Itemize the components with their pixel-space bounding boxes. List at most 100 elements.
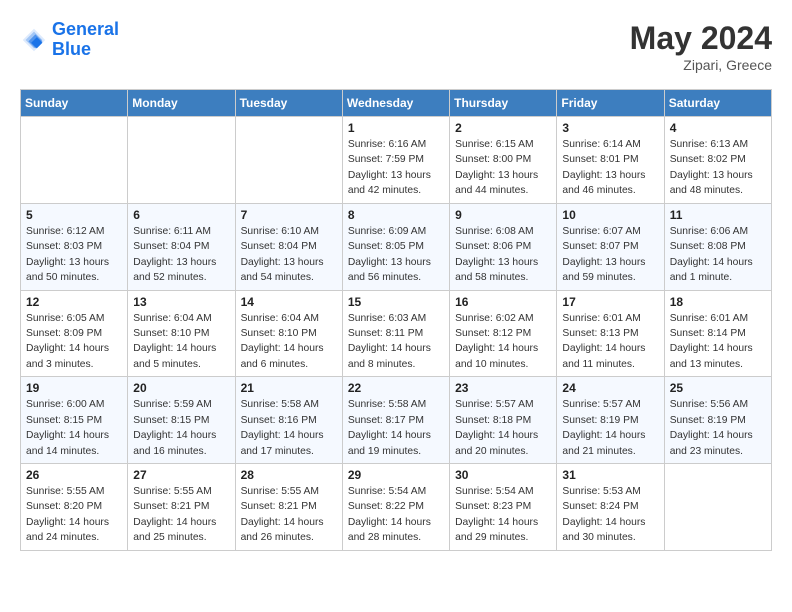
day-info: Sunrise: 5:57 AMSunset: 8:18 PMDaylight:…	[455, 397, 551, 459]
logo-text: General Blue	[52, 20, 119, 60]
logo-icon	[20, 26, 48, 54]
day-info: Sunrise: 6:04 AMSunset: 8:10 PMDaylight:…	[241, 311, 337, 373]
calendar-cell: 26 Sunrise: 5:55 AMSunset: 8:20 PMDayligh…	[21, 464, 128, 551]
calendar-week-row: 12 Sunrise: 6:05 AMSunset: 8:09 PMDayligh…	[21, 290, 772, 377]
weekday-header-tuesday: Tuesday	[235, 90, 342, 117]
day-number: 13	[133, 295, 229, 309]
calendar-cell: 13 Sunrise: 6:04 AMSunset: 8:10 PMDayligh…	[128, 290, 235, 377]
day-number: 6	[133, 208, 229, 222]
day-number: 23	[455, 381, 551, 395]
day-number: 12	[26, 295, 122, 309]
location: Zipari, Greece	[630, 57, 772, 73]
calendar-cell: 2 Sunrise: 6:15 AMSunset: 8:00 PMDaylight…	[450, 117, 557, 204]
calendar-cell: 11 Sunrise: 6:06 AMSunset: 8:08 PMDayligh…	[664, 203, 771, 290]
calendar-week-row: 19 Sunrise: 6:00 AMSunset: 8:15 PMDayligh…	[21, 377, 772, 464]
day-number: 21	[241, 381, 337, 395]
calendar-cell: 25Sunrise: 5:56 AMSunset: 8:19 PMDayligh…	[664, 377, 771, 464]
calendar-cell: 1 Sunrise: 6:16 AMSunset: 7:59 PMDaylight…	[342, 117, 449, 204]
day-info: Sunrise: 5:57 AMSunset: 8:19 PMDaylight:…	[562, 397, 658, 459]
calendar-cell: 9 Sunrise: 6:08 AMSunset: 8:06 PMDaylight…	[450, 203, 557, 290]
weekday-header-friday: Friday	[557, 90, 664, 117]
day-number: 18	[670, 295, 766, 309]
day-number: 19	[26, 381, 122, 395]
day-info: Sunrise: 5:54 AMSunset: 8:23 PMDaylight:…	[455, 484, 551, 546]
day-number: 3	[562, 121, 658, 135]
calendar-cell: 5 Sunrise: 6:12 AMSunset: 8:03 PMDaylight…	[21, 203, 128, 290]
day-info: Sunrise: 6:12 AMSunset: 8:03 PMDaylight:…	[26, 224, 122, 286]
title-block: May 2024 Zipari, Greece	[630, 20, 772, 73]
day-info: Sunrise: 5:55 AMSunset: 8:21 PMDaylight:…	[241, 484, 337, 546]
calendar-cell	[235, 117, 342, 204]
calendar-cell: 7Sunrise: 6:10 AMSunset: 8:04 PMDaylight…	[235, 203, 342, 290]
calendar-week-row: 26 Sunrise: 5:55 AMSunset: 8:20 PMDayligh…	[21, 464, 772, 551]
calendar-cell: 6Sunrise: 6:11 AMSunset: 8:04 PMDaylight…	[128, 203, 235, 290]
day-number: 14	[241, 295, 337, 309]
calendar-cell: 8 Sunrise: 6:09 AMSunset: 8:05 PMDaylight…	[342, 203, 449, 290]
day-info: Sunrise: 6:15 AMSunset: 8:00 PMDaylight:…	[455, 137, 551, 199]
day-number: 29	[348, 468, 444, 482]
calendar-cell: 31Sunrise: 5:53 AMSunset: 8:24 PMDayligh…	[557, 464, 664, 551]
page-header: General Blue May 2024 Zipari, Greece	[20, 20, 772, 73]
day-info: Sunrise: 6:01 AMSunset: 8:13 PMDaylight:…	[562, 311, 658, 373]
day-number: 27	[133, 468, 229, 482]
day-info: Sunrise: 6:07 AMSunset: 8:07 PMDaylight:…	[562, 224, 658, 286]
calendar-cell	[21, 117, 128, 204]
day-number: 7	[241, 208, 337, 222]
calendar-cell: 27 Sunrise: 5:55 AMSunset: 8:21 PMDayligh…	[128, 464, 235, 551]
day-info: Sunrise: 6:13 AMSunset: 8:02 PMDaylight:…	[670, 137, 766, 199]
month-title: May 2024	[630, 20, 772, 57]
day-info: Sunrise: 6:00 AMSunset: 8:15 PMDaylight:…	[26, 397, 122, 459]
calendar-cell: 22Sunrise: 5:58 AMSunset: 8:17 PMDayligh…	[342, 377, 449, 464]
day-info: Sunrise: 5:54 AMSunset: 8:22 PMDaylight:…	[348, 484, 444, 546]
weekday-header-wednesday: Wednesday	[342, 90, 449, 117]
day-number: 5	[26, 208, 122, 222]
calendar-cell: 10 Sunrise: 6:07 AMSunset: 8:07 PMDayligh…	[557, 203, 664, 290]
calendar-header-row: SundayMondayTuesdayWednesdayThursdayFrid…	[21, 90, 772, 117]
day-info: Sunrise: 6:04 AMSunset: 8:10 PMDaylight:…	[133, 311, 229, 373]
calendar-cell: 12 Sunrise: 6:05 AMSunset: 8:09 PMDayligh…	[21, 290, 128, 377]
day-number: 2	[455, 121, 551, 135]
calendar-cell	[128, 117, 235, 204]
calendar-cell: 17 Sunrise: 6:01 AMSunset: 8:13 PMDayligh…	[557, 290, 664, 377]
day-number: 11	[670, 208, 766, 222]
calendar-week-row: 1 Sunrise: 6:16 AMSunset: 7:59 PMDaylight…	[21, 117, 772, 204]
day-number: 10	[562, 208, 658, 222]
day-info: Sunrise: 6:08 AMSunset: 8:06 PMDaylight:…	[455, 224, 551, 286]
calendar-table: SundayMondayTuesdayWednesdayThursdayFrid…	[20, 89, 772, 551]
day-info: Sunrise: 5:55 AMSunset: 8:20 PMDaylight:…	[26, 484, 122, 546]
day-number: 26	[26, 468, 122, 482]
calendar-cell: 28 Sunrise: 5:55 AMSunset: 8:21 PMDayligh…	[235, 464, 342, 551]
day-info: Sunrise: 5:59 AMSunset: 8:15 PMDaylight:…	[133, 397, 229, 459]
weekday-header-monday: Monday	[128, 90, 235, 117]
day-number: 28	[241, 468, 337, 482]
day-info: Sunrise: 6:03 AMSunset: 8:11 PMDaylight:…	[348, 311, 444, 373]
day-info: Sunrise: 6:14 AMSunset: 8:01 PMDaylight:…	[562, 137, 658, 199]
day-info: Sunrise: 5:58 AMSunset: 8:17 PMDaylight:…	[348, 397, 444, 459]
calendar-cell: 14 Sunrise: 6:04 AMSunset: 8:10 PMDayligh…	[235, 290, 342, 377]
day-number: 8	[348, 208, 444, 222]
day-number: 30	[455, 468, 551, 482]
day-number: 16	[455, 295, 551, 309]
calendar-week-row: 5 Sunrise: 6:12 AMSunset: 8:03 PMDaylight…	[21, 203, 772, 290]
weekday-header-sunday: Sunday	[21, 90, 128, 117]
day-info: Sunrise: 6:16 AMSunset: 7:59 PMDaylight:…	[348, 137, 444, 199]
day-number: 1	[348, 121, 444, 135]
logo: General Blue	[20, 20, 119, 60]
day-info: Sunrise: 6:05 AMSunset: 8:09 PMDaylight:…	[26, 311, 122, 373]
calendar-cell: 4 Sunrise: 6:13 AMSunset: 8:02 PMDaylight…	[664, 117, 771, 204]
calendar-cell: 21Sunrise: 5:58 AMSunset: 8:16 PMDayligh…	[235, 377, 342, 464]
day-number: 17	[562, 295, 658, 309]
day-info: Sunrise: 6:09 AMSunset: 8:05 PMDaylight:…	[348, 224, 444, 286]
weekday-header-saturday: Saturday	[664, 90, 771, 117]
day-number: 24	[562, 381, 658, 395]
day-number: 15	[348, 295, 444, 309]
day-info: Sunrise: 6:06 AMSunset: 8:08 PMDaylight:…	[670, 224, 766, 286]
day-number: 4	[670, 121, 766, 135]
day-number: 20	[133, 381, 229, 395]
day-info: Sunrise: 5:55 AMSunset: 8:21 PMDaylight:…	[133, 484, 229, 546]
day-number: 9	[455, 208, 551, 222]
calendar-cell: 24 Sunrise: 5:57 AMSunset: 8:19 PMDayligh…	[557, 377, 664, 464]
calendar-cell: 18Sunrise: 6:01 AMSunset: 8:14 PMDayligh…	[664, 290, 771, 377]
calendar-cell: 29 Sunrise: 5:54 AMSunset: 8:22 PMDayligh…	[342, 464, 449, 551]
calendar-cell: 16Sunrise: 6:02 AMSunset: 8:12 PMDayligh…	[450, 290, 557, 377]
